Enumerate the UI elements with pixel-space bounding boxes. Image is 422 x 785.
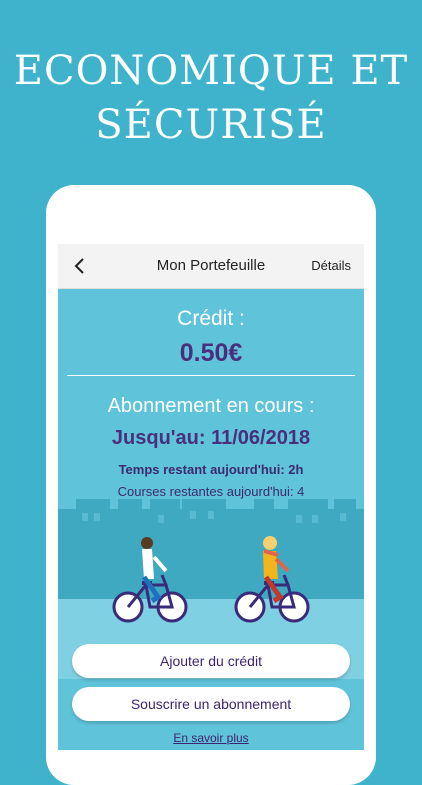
- credit-value: 0.50€: [179, 339, 243, 367]
- app-bar: Mon Portefeuille Détails: [58, 244, 364, 289]
- headline-line-2: SÉCURISÉ: [95, 102, 327, 148]
- wallet-screen: Mon Portefeuille Détails Crédit : 0.50€ …: [58, 244, 364, 750]
- add-credit-button[interactable]: Ajouter du crédit: [72, 644, 350, 678]
- details-button[interactable]: Détails: [311, 258, 351, 273]
- learn-more-link[interactable]: En savoir plus: [58, 731, 364, 745]
- divider: [67, 375, 355, 376]
- rides-remaining-text: Courses restantes aujourd'hui: 4: [117, 484, 305, 499]
- subscription-end-date: Jusqu'au: 11/06/2018: [111, 427, 311, 449]
- subscription-label: Abonnement en cours :: [107, 395, 315, 417]
- subscribe-button[interactable]: Souscrire un abonnement: [72, 687, 350, 721]
- credit-label: Crédit :: [177, 307, 245, 330]
- time-remaining-text: Temps restant aujourd'hui: 2h: [118, 462, 304, 477]
- headline-line-1: ECONOMIQUE ET: [13, 48, 409, 94]
